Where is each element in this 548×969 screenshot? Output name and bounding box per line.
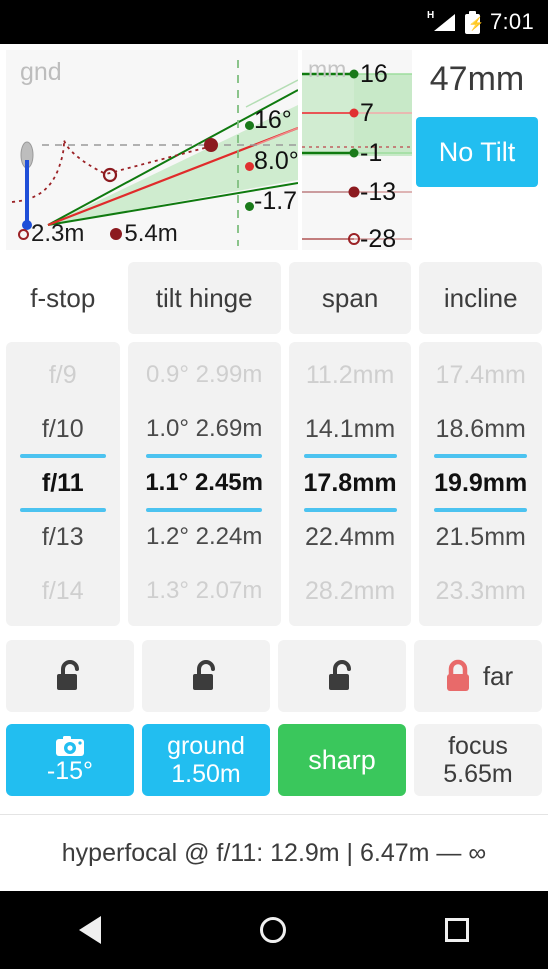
angle-label-near: -1.7° [254,187,298,215]
app-window: H ⚡ 7:01 gnd 16° 8.0° -1.7 2.3m 5.4m mm … [0,0,548,969]
filled-circle-icon [110,228,123,240]
column-span: span 11.2mm 14.1mm 17.8mm 22.4mm 28.2mm [288,262,412,626]
hyperfocal-status-text: hyperfocal @ f/11: 12.9m | 6.47m — ∞ [61,838,487,867]
focus-label-title: focus [448,732,508,760]
hyperfocal-status-bar[interactable]: hyperfocal @ f/11: 12.9m | 6.47m — ∞ [0,814,548,891]
signal-bars-icon: H [427,11,455,33]
legend-near-label: 2.3m [31,220,85,247]
mm-value-1: 16 [360,60,388,88]
no-tilt-button[interactable]: No Tilt [416,117,538,187]
focal-panel: 47mm No Tilt [412,50,542,256]
status-bar: H ⚡ 7:01 [0,0,548,44]
angle-dot-near [245,202,254,211]
cell-span-1[interactable]: 14.1mm [289,402,412,456]
mm-value-4: -13 [360,178,397,206]
angle-label-far: 16° [254,106,292,134]
back-icon[interactable] [79,916,102,944]
unlock-icon [57,660,79,690]
legend-item-far: 5.4m [110,220,178,248]
ground-label-title: ground [167,732,245,760]
column-values-f-stop: f/9 f/10 f/11 f/13 f/14 [6,342,120,626]
cell-incline-3[interactable]: 21.5mm [419,510,542,564]
cell-tilt-0[interactable]: 0.9° 2.99m [128,348,281,402]
lock-icon [446,659,469,691]
cell-incline-2-selected[interactable]: 19.9mm [419,454,542,512]
cell-span-4[interactable]: 28.2mm [289,564,412,618]
cell-incline-0[interactable]: 17.4mm [419,348,542,402]
lock-toggle-tilt[interactable] [142,640,270,712]
unlock-icon [329,660,351,690]
camera-icon [56,736,84,756]
lock-label-far: far [482,660,514,691]
parameter-table: f-stop f/9 f/10 f/11 f/13 f/14 tilt hing… [0,256,548,626]
legend-item-near: 2.3m [18,220,84,248]
focus-value: 5.65m [443,760,513,788]
camera-angle-value: -15° [46,757,94,785]
cell-tilt-2-selected[interactable]: 1.1° 2.45m [128,454,281,512]
mm-value-3: -1 [360,139,383,167]
distance-legend: 2.3m 5.4m [18,220,178,248]
focal-length-label: 47mm [429,60,525,98]
lock-toggle-far[interactable]: far [414,640,542,712]
cell-f-stop-1[interactable]: f/10 [6,402,120,456]
mm-axis-label: mm [308,56,347,82]
column-incline: incline 17.4mm 18.6mm 19.9mm 21.5mm 23.3… [419,262,543,626]
battery-charging-icon: ⚡ [464,10,484,34]
lock-toggle-span[interactable] [278,640,406,712]
sharp-label: sharp [308,744,376,775]
column-tilt-hinge: tilt hinge 0.9° 2.99m 1.0° 2.69m 1.1° 2.… [127,262,281,626]
cell-f-stop-3[interactable]: f/13 [6,510,120,564]
camera-angle-button[interactable]: -15° [6,724,134,796]
angle-dot-far [245,121,254,130]
cell-span-0[interactable]: 11.2mm [289,348,412,402]
column-header-span[interactable]: span [288,262,412,334]
cell-tilt-3[interactable]: 1.2° 2.24m [128,510,281,564]
diagram-area: gnd 16° 8.0° -1.7° 2.3m 5.4m [0,44,548,256]
cell-incline-4[interactable]: 23.3mm [419,564,542,618]
cell-incline-1[interactable]: 18.6mm [419,402,542,456]
sensor-plane-diagram[interactable]: mm 16 7 -1 -13 -28 [302,50,412,250]
home-icon[interactable] [259,917,286,943]
cell-span-2-selected[interactable]: 17.8mm [289,454,412,512]
unlock-icon [193,660,215,690]
android-nav-bar [0,891,548,969]
ground-button[interactable]: ground 1.50m [142,724,270,796]
signal-triangle [433,14,455,31]
column-f-stop: f-stop f/9 f/10 f/11 f/13 f/14 [6,262,120,626]
column-header-incline[interactable]: incline [419,262,543,334]
cell-f-stop-2-selected[interactable]: f/11 [6,454,120,512]
column-values-incline: 17.4mm 18.6mm 19.9mm 21.5mm 23.3mm [419,342,543,626]
cell-tilt-1[interactable]: 1.0° 2.69m [128,402,281,456]
column-header-f-stop[interactable]: f-stop [6,262,120,334]
clock-label: 7:01 [489,9,534,34]
cell-f-stop-4[interactable]: f/14 [6,564,120,618]
open-circle-icon [18,228,29,240]
action-row: -15° ground 1.50m sharp focus 5.65m [0,712,548,796]
focus-button[interactable]: focus 5.65m [414,724,542,796]
cell-f-stop-0[interactable]: f/9 [6,348,120,402]
side-view-diagram[interactable]: gnd 16° 8.0° -1.7° 2.3m 5.4m [6,50,298,250]
lock-toggle-f-stop[interactable] [6,640,134,712]
cell-tilt-4[interactable]: 1.3° 2.07m [128,564,281,618]
angle-dot-focus [245,162,254,171]
cell-span-3[interactable]: 22.4mm [289,510,412,564]
mm-value-2: 7 [360,99,374,127]
column-values-tilt-hinge: 0.9° 2.99m 1.0° 2.69m 1.1° 2.45m 1.2° 2.… [127,342,281,626]
column-header-tilt-hinge[interactable]: tilt hinge [127,262,281,334]
ground-value: 1.50m [171,760,241,788]
sharp-button[interactable]: sharp [278,724,406,796]
lock-row: far [0,626,548,712]
ground-label: gnd [20,58,62,86]
mm-value-5: -28 [360,225,397,250]
column-values-span: 11.2mm 14.1mm 17.8mm 22.4mm 28.2mm [288,342,412,626]
legend-far-label: 5.4m [124,220,178,247]
angle-label-focus: 8.0° [254,147,298,175]
recents-icon[interactable] [444,918,469,942]
